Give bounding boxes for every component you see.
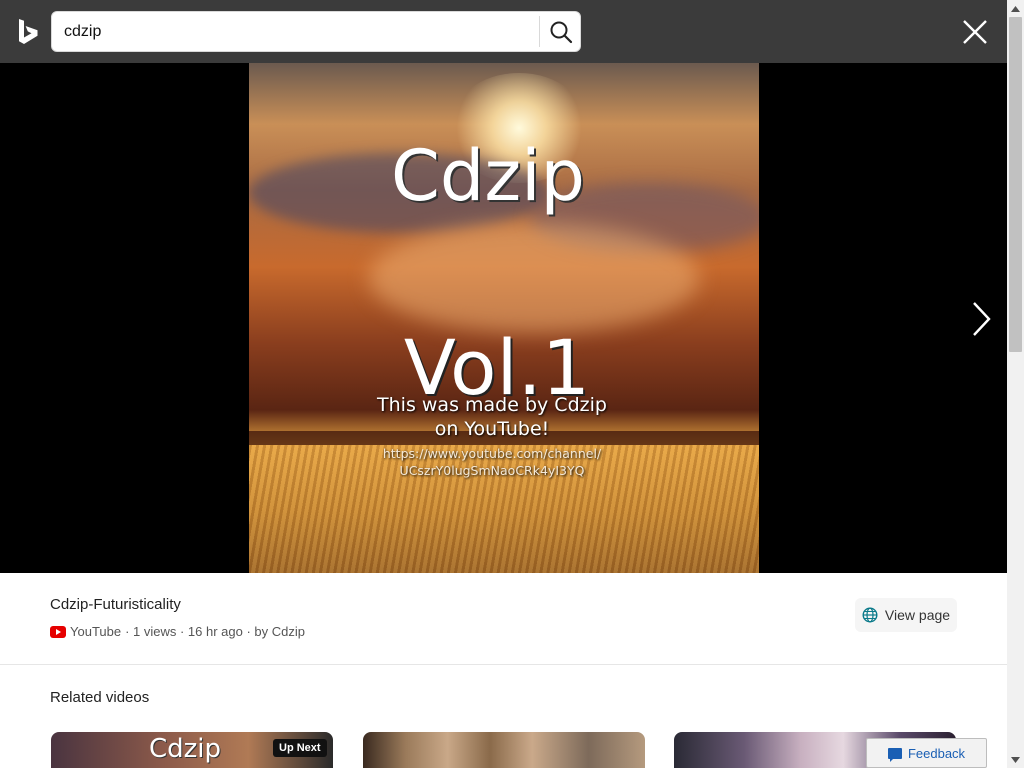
video-thumbnail[interactable]: Cdzip Vol.1 This was made by Cdzip on Yo… (249, 63, 759, 573)
thumbnail-url-line: https://www.youtube.com/channel/ (382, 446, 602, 461)
search-input[interactable] (64, 21, 534, 43)
feedback-label: Feedback (907, 745, 966, 761)
video-meta: YouTube · 1 views · 16 hr ago · by Cdzip (50, 624, 305, 639)
youtube-icon (50, 625, 66, 638)
globe-icon (862, 607, 878, 623)
thumbnail-made-line: on YouTube! (434, 418, 550, 440)
video-title[interactable]: Cdzip-Futuristicality (50, 596, 181, 613)
related-video-card[interactable]: Cdzip Up Next (51, 732, 333, 768)
scroll-up-arrow[interactable] (1007, 0, 1024, 17)
scroll-thumb[interactable] (1009, 17, 1022, 352)
thumbnail-made-by-text: This was made by Cdzip on YouTube! (249, 393, 735, 441)
scroll-down-arrow[interactable] (1007, 751, 1024, 768)
thumbnail-url-text: https://www.youtube.com/channel/ UCszrY0… (249, 445, 735, 479)
page-scrollbar[interactable] (1007, 0, 1024, 768)
thumbnail-made-line: This was made by Cdzip (377, 394, 607, 416)
caret-down-icon (1011, 756, 1020, 763)
search-icon (550, 21, 573, 44)
video-meta-text: · 1 views · 16 hr ago · by Cdzip (125, 624, 305, 639)
top-bar (0, 0, 1007, 63)
search-box (51, 11, 581, 52)
up-next-badge: Up Next (273, 739, 327, 757)
view-page-button[interactable]: View page (855, 598, 957, 632)
search-button[interactable] (542, 14, 580, 50)
related-videos-heading: Related videos (50, 689, 150, 706)
thumbnail-cloud (369, 223, 699, 333)
chevron-right-icon[interactable] (965, 299, 995, 339)
caret-up-icon (1011, 5, 1020, 12)
bing-logo-icon[interactable] (17, 18, 39, 46)
feedback-icon (887, 747, 902, 762)
view-page-label: View page (884, 607, 951, 623)
thumbnail-url-line: UCszrY0lugSmNaoCRk4yI3YQ (399, 463, 585, 478)
related-card-title: Cdzip (149, 734, 222, 764)
search-divider (539, 16, 540, 47)
feedback-button[interactable]: Feedback (866, 738, 987, 768)
related-video-card[interactable] (363, 732, 645, 768)
thumbnail-title-text: Cdzip (391, 135, 585, 217)
close-icon[interactable] (960, 17, 990, 47)
video-source: YouTube (70, 624, 122, 639)
video-viewer: Cdzip Vol.1 This was made by Cdzip on Yo… (0, 63, 1007, 573)
video-info: Cdzip-Futuristicality YouTube · 1 views … (0, 573, 1007, 665)
